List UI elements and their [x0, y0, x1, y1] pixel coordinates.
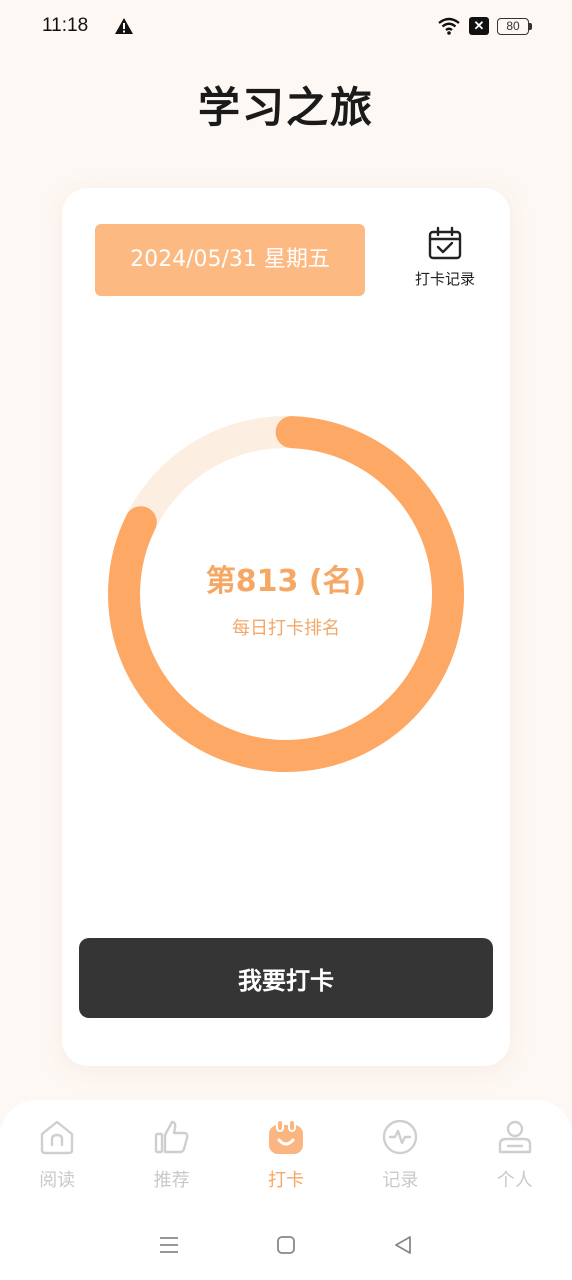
checkin-button[interactable]: 我要打卡: [79, 938, 493, 1018]
battery-level: 80: [497, 17, 529, 35]
tab-label: 个人: [496, 1170, 533, 1191]
status-bar: 11:18 ✕ 80: [0, 0, 572, 52]
tab-recommend[interactable]: 推荐: [114, 1100, 228, 1210]
bottom-tab-bar: 阅读 推荐 打卡 记录 个人: [0, 1100, 572, 1210]
rank-ring: 第813 (名) 每日打卡排名: [106, 414, 466, 774]
tab-read[interactable]: 阅读: [0, 1100, 114, 1210]
checkin-card: 2024/05/31 星期五 打卡记录 第813 (名) 每日打卡排名 我要打卡: [62, 188, 510, 1066]
tab-label: 推荐: [153, 1170, 190, 1191]
status-time: 11:18: [42, 15, 89, 36]
battery-icon: 80: [497, 17, 532, 35]
user-icon: [498, 1120, 532, 1154]
tab-label: 打卡: [268, 1170, 305, 1191]
checkin-record-label: 打卡记录: [414, 270, 475, 288]
menu-icon[interactable]: [157, 1233, 181, 1257]
checkin-record-button[interactable]: 打卡记录: [406, 226, 484, 296]
wifi-icon: [438, 17, 460, 35]
no-sim-icon: ✕: [469, 17, 489, 35]
page-title: 学习之旅: [197, 83, 374, 132]
home-icon: [41, 1120, 74, 1155]
thumbs-up-icon: [154, 1120, 189, 1154]
system-nav-bar: [0, 1210, 572, 1280]
checkin-icon: [269, 1119, 304, 1154]
rank-value: 第813 (名): [205, 564, 367, 599]
tab-label: 阅读: [39, 1170, 76, 1191]
home-square-icon[interactable]: [274, 1233, 298, 1257]
warning-icon: [115, 18, 134, 34]
tab-records[interactable]: 记录: [343, 1100, 457, 1210]
tab-label: 记录: [382, 1170, 419, 1191]
rank-label: 每日打卡排名: [232, 618, 340, 639]
tab-profile[interactable]: 个人: [458, 1100, 572, 1210]
tab-checkin[interactable]: 打卡: [229, 1100, 343, 1210]
date-display: 2024/05/31 星期五: [95, 224, 365, 296]
back-icon[interactable]: [391, 1233, 415, 1257]
calendar-check-icon: [428, 226, 462, 260]
activity-icon: [383, 1119, 418, 1155]
